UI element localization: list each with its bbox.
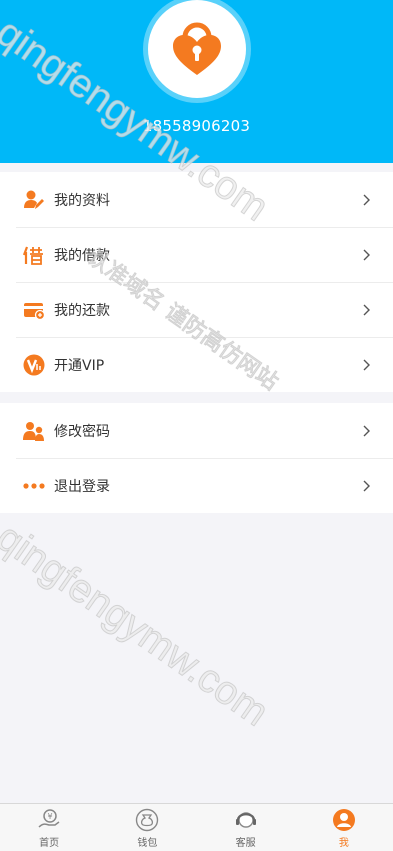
avatar[interactable] bbox=[148, 0, 246, 98]
tab-home[interactable]: ¥ 首页 bbox=[0, 804, 98, 851]
chevron-right-icon bbox=[363, 304, 370, 315]
phone-number: 18558906203 bbox=[142, 117, 251, 135]
customer-service-icon bbox=[234, 808, 258, 832]
menu-item-logout[interactable]: 退出登录 bbox=[0, 458, 393, 513]
users-icon bbox=[23, 420, 45, 442]
home-money-icon: ¥ bbox=[37, 808, 61, 832]
chevron-right-icon bbox=[363, 359, 370, 370]
wallet-bag-icon bbox=[135, 808, 159, 832]
chevron-right-icon bbox=[363, 425, 370, 436]
menu-item-label: 我的借款 bbox=[54, 247, 110, 264]
tab-label: 我 bbox=[338, 838, 349, 849]
user-edit-icon bbox=[23, 189, 45, 211]
chevron-right-icon bbox=[363, 194, 370, 205]
chevron-right-icon bbox=[363, 249, 370, 260]
watermark-text: qingfengymw.com bbox=[0, 515, 277, 736]
tab-customer-service[interactable]: 客服 bbox=[197, 804, 295, 851]
heart-lock-icon bbox=[173, 22, 221, 75]
menu-item-label: 我的还款 bbox=[54, 302, 110, 319]
menu-item-my-loans[interactable]: 我的借款 bbox=[0, 227, 393, 282]
tab-label: 钱包 bbox=[137, 838, 158, 849]
borrow-icon bbox=[23, 244, 45, 266]
menu-item-open-vip[interactable]: 开通VIP bbox=[0, 337, 393, 392]
vip-icon bbox=[23, 354, 45, 376]
menu-group-account: 我的资料 我的借款 我的还款 开通VIP bbox=[0, 172, 393, 392]
bottom-tab-bar: ¥ 首页 钱包 客服 我 bbox=[0, 803, 393, 851]
svg-text:¥: ¥ bbox=[48, 812, 53, 821]
menu-item-label: 开通VIP bbox=[54, 357, 105, 374]
tab-wallet[interactable]: 钱包 bbox=[98, 804, 196, 851]
menu-item-label: 修改密码 bbox=[54, 423, 110, 440]
tab-label: 首页 bbox=[39, 838, 60, 849]
menu-item-my-repayments[interactable]: 我的还款 bbox=[0, 282, 393, 337]
repay-card-icon bbox=[23, 299, 45, 321]
profile-header: 18558906203 bbox=[0, 0, 393, 163]
tab-me[interactable]: 我 bbox=[295, 804, 393, 851]
menu-item-my-profile[interactable]: 我的资料 bbox=[0, 172, 393, 227]
menu-group-security: 修改密码 退出登录 bbox=[0, 403, 393, 513]
me-user-icon bbox=[332, 808, 356, 832]
menu-item-change-password[interactable]: 修改密码 bbox=[0, 403, 393, 458]
chevron-right-icon bbox=[363, 480, 370, 491]
tab-label: 客服 bbox=[235, 838, 256, 849]
menu-item-label: 我的资料 bbox=[54, 192, 110, 209]
more-dots-icon bbox=[23, 475, 45, 497]
menu-item-label: 退出登录 bbox=[54, 478, 110, 495]
